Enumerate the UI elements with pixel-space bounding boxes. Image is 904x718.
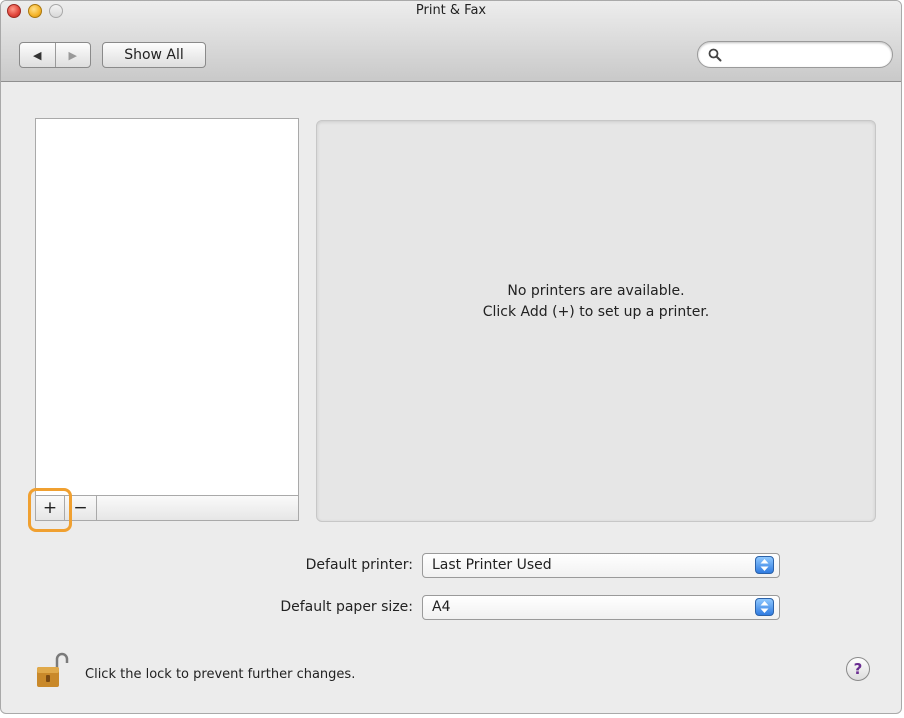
message-line-1: No printers are available. [507,283,685,299]
printer-list[interactable] [35,118,299,496]
message-line-2: Click Add (+) to set up a printer. [482,304,710,320]
chevron-updown-icon [755,556,774,574]
lock-message: Click the lock to prevent further change… [85,667,356,682]
printer-detail-pane: No printers are available. Click Add (+)… [316,120,876,522]
search-field[interactable] [697,41,893,68]
toolbar: Print & Fax ◀ ▶ Show All [1,1,901,82]
default-printer-label: Default printer: [305,557,413,573]
default-paper-size-value: A4 [432,599,451,615]
show-all-button[interactable]: Show All [102,42,206,68]
help-icon[interactable]: ? [846,657,870,681]
lock-icon[interactable] [35,649,75,689]
back-button[interactable]: ◀ [20,43,56,67]
chevron-updown-icon [755,598,774,616]
default-printer-select[interactable]: Last Printer Used [422,553,780,578]
add-button-highlight [28,488,72,532]
default-printer-value: Last Printer Used [432,557,552,573]
navigation-buttons: ◀ ▶ [19,42,91,68]
default-paper-size-label: Default paper size: [280,599,413,615]
forward-button[interactable]: ▶ [56,43,91,67]
print-fax-window: Print & Fax ◀ ▶ Show All + − No printers… [0,0,902,714]
no-printers-message: No printers are available. Click Add (+)… [317,281,875,323]
default-paper-size-select[interactable]: A4 [422,595,780,620]
search-icon [708,48,722,62]
window-title: Print & Fax [415,3,487,18]
